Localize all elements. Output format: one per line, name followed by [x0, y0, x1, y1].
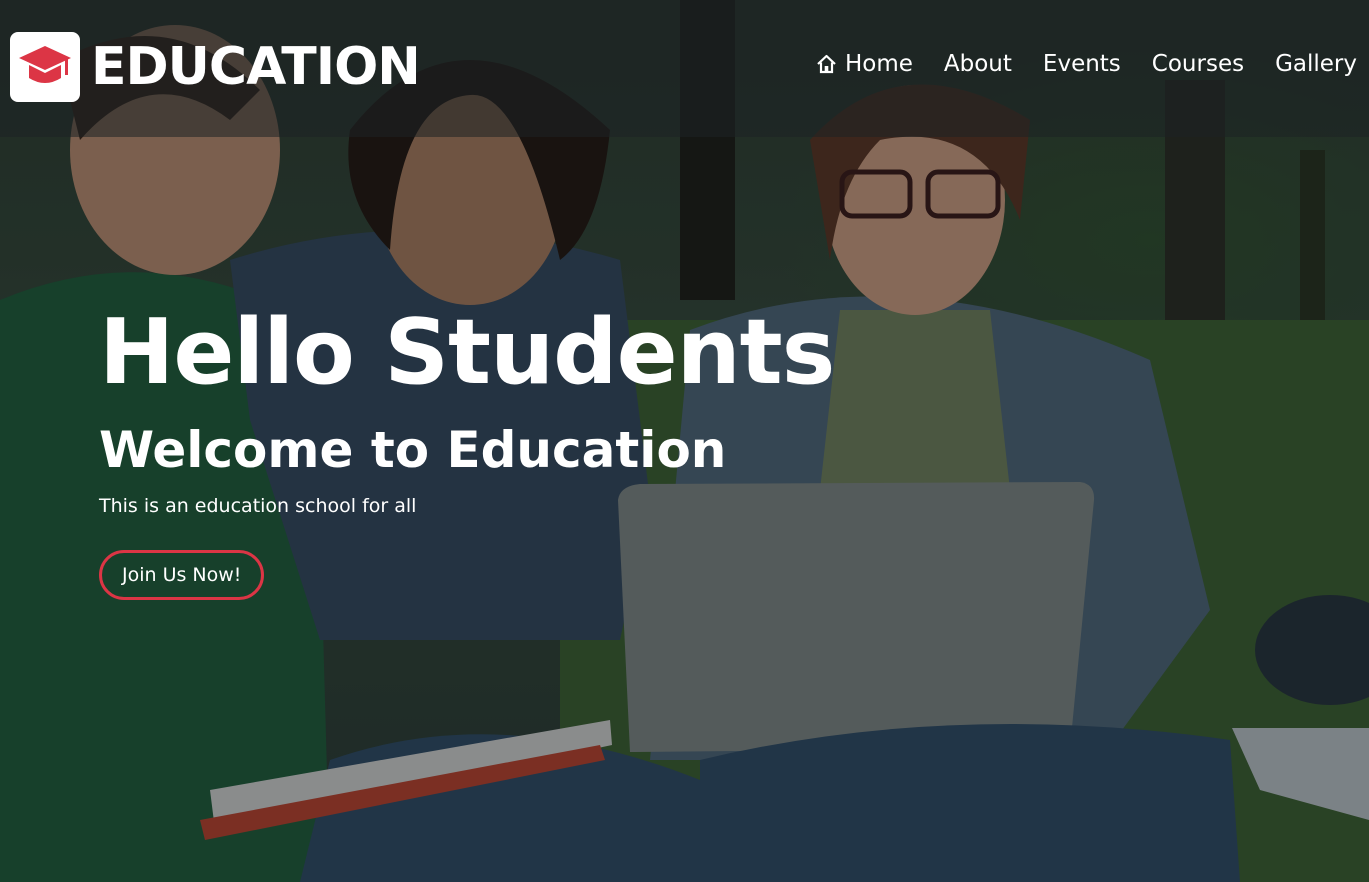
join-us-button[interactable]: Join Us Now!: [99, 550, 265, 600]
brand-logo-link[interactable]: EDUCATION: [10, 32, 421, 102]
nav-item-gallery[interactable]: Gallery: [1275, 51, 1357, 77]
nav-item-courses[interactable]: Courses: [1152, 51, 1244, 77]
hero-title: Hello Students: [99, 300, 835, 405]
nav-item-home[interactable]: Home: [816, 51, 913, 77]
hero-subtitle: Welcome to Education: [99, 421, 727, 479]
navbar: EDUCATION Home About Events Courses Gall…: [0, 0, 1369, 137]
nav-item-events[interactable]: Events: [1043, 51, 1121, 77]
graduation-cap-icon: [10, 32, 80, 102]
hero-content: Hello Students Welcome to Education This…: [99, 298, 835, 600]
nav-item-home-label: Home: [844, 51, 913, 77]
brand-name: EDUCATION: [91, 37, 421, 97]
hero-section: EDUCATION Home About Events Courses Gall…: [0, 0, 1369, 882]
home-icon: [816, 54, 837, 74]
nav-item-about[interactable]: About: [944, 51, 1012, 77]
hero-description: This is an education school for all: [99, 495, 417, 517]
main-nav: Home About Events Courses Gallery: [816, 44, 1357, 84]
